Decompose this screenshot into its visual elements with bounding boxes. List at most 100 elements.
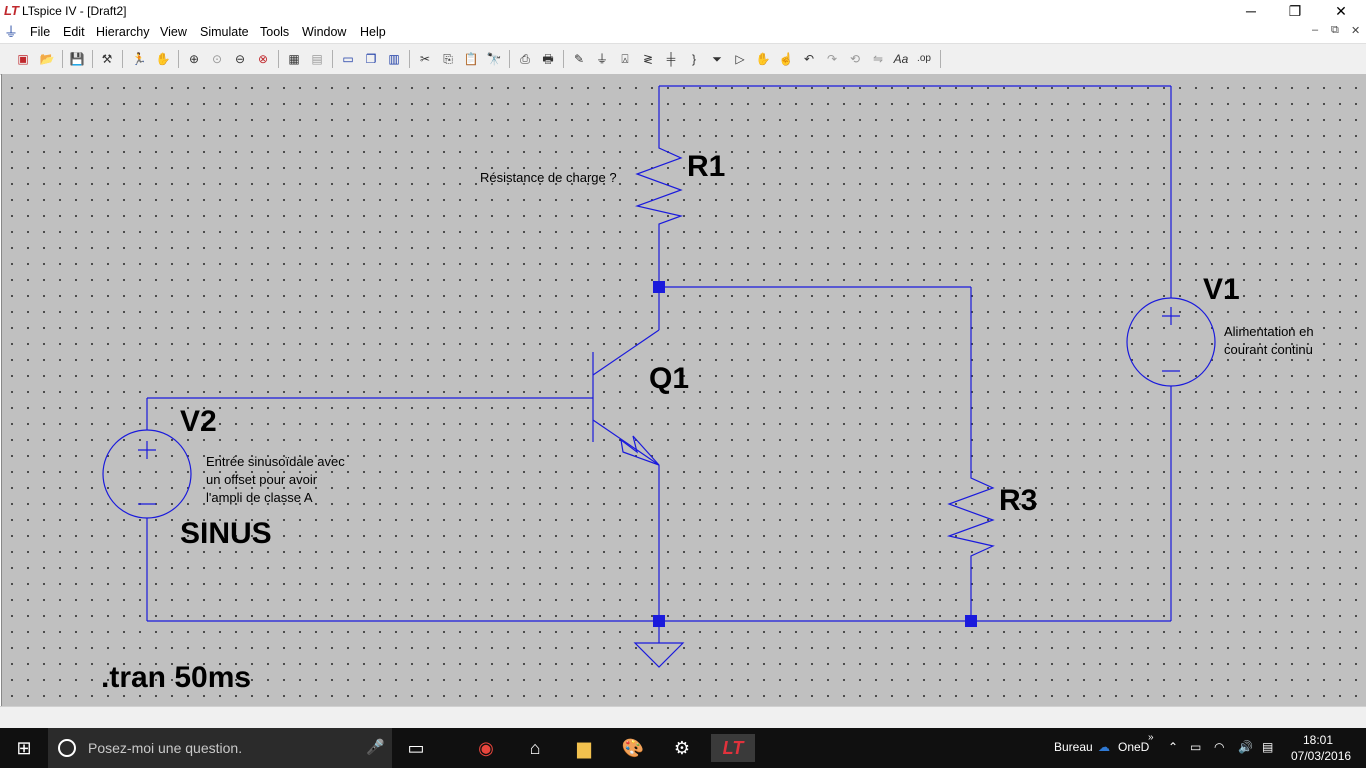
resistor-icon[interactable]: ≷	[639, 50, 657, 68]
spice-directive-icon[interactable]: .op	[915, 50, 933, 68]
v1-ref-label[interactable]: V1	[1203, 273, 1240, 306]
menu-view[interactable]: View	[160, 25, 187, 39]
clock-date[interactable]: 07/03/2016	[1291, 749, 1351, 763]
menu-hierarchy[interactable]: Hierarchy	[96, 25, 150, 39]
toolbar-separator	[409, 50, 410, 68]
inductor-icon[interactable]: }	[685, 50, 703, 68]
mdi-close-button[interactable]: ✕	[1351, 24, 1360, 37]
menu-edit[interactable]: Edit	[63, 25, 85, 39]
onedrive-label[interactable]: OneD	[1118, 740, 1149, 754]
save-icon[interactable]: 💾	[68, 50, 86, 68]
r3-ref-label[interactable]: R3	[999, 484, 1037, 517]
junction-dot	[653, 615, 665, 627]
draw-wire-icon[interactable]: ✎	[570, 50, 588, 68]
resistor-r3-symbol[interactable]	[946, 470, 995, 566]
paint-icon[interactable]: 🎨	[619, 734, 647, 762]
status-bar	[0, 706, 1366, 729]
v2-ref-label[interactable]: V2	[180, 405, 217, 438]
tile-horizontal-icon[interactable]: ▭	[339, 50, 357, 68]
drag-icon[interactable]: ☝	[777, 50, 795, 68]
redo-icon[interactable]: ↷	[823, 50, 841, 68]
onedrive-icon[interactable]: ☁	[1098, 740, 1110, 754]
settings-gear-icon[interactable]: ⚙	[668, 734, 696, 762]
chevron-up-icon[interactable]: ⌃	[1168, 740, 1178, 754]
print-setup-icon[interactable]: ⎙	[516, 50, 534, 68]
chrome-icon[interactable]: ◉	[472, 734, 500, 762]
window-title: LTspice IV - [Draft2]	[22, 4, 127, 18]
cut-icon[interactable]: ✂	[416, 50, 434, 68]
transistor-q1-emitter[interactable]	[592, 419, 660, 466]
q1-ref-label[interactable]: Q1	[649, 362, 689, 395]
mdi-minimize-button[interactable]: –	[1312, 24, 1318, 36]
cascade-icon[interactable]: ❐	[362, 50, 380, 68]
grid-icon[interactable]: ▤	[308, 50, 326, 68]
volume-icon[interactable]: 🔊	[1238, 740, 1253, 754]
zoom-in-icon[interactable]: ⊕	[185, 50, 203, 68]
print-icon[interactable]: 🖶	[539, 50, 557, 68]
tile-vertical-icon[interactable]: ▥	[385, 50, 403, 68]
spice-directive-text[interactable]: .tran 50ms	[101, 661, 251, 694]
toolbar-separator	[563, 50, 564, 68]
ltspice-taskbar-icon[interactable]: LT	[711, 734, 755, 762]
r1-ref-label[interactable]: R1	[687, 150, 725, 183]
minimize-button[interactable]: ─	[1228, 0, 1274, 22]
home-icon[interactable]: ⌂	[521, 734, 549, 762]
find-icon[interactable]: 🔭	[485, 50, 503, 68]
v2-value-label[interactable]: SINUS	[180, 517, 272, 550]
v2-comment-line2[interactable]: un offset pour avoir	[206, 472, 318, 487]
halt-icon[interactable]: ✋	[154, 50, 172, 68]
label-net-icon[interactable]: ⍓	[616, 50, 634, 68]
menu-window[interactable]: Window	[302, 25, 346, 39]
toolbar-separator	[92, 50, 93, 68]
file-explorer-icon[interactable]: ▆	[570, 734, 598, 762]
ground-symbol[interactable]	[633, 642, 685, 668]
v2-comment-line1[interactable]: Entrée sinusoïdale avec	[206, 454, 345, 469]
new-schematic-icon[interactable]: ▣	[14, 50, 32, 68]
v2-comment-line3[interactable]: l'ampli de classe A	[206, 490, 313, 505]
title-bar: LT LTspice IV - [Draft2] ─ ❐ ✕	[0, 0, 1366, 22]
v1-comment-line1[interactable]: Alimentation en	[1224, 324, 1314, 339]
chevron-right-icon[interactable]: »	[1148, 732, 1154, 743]
move-icon[interactable]: ✋	[754, 50, 772, 68]
text-icon[interactable]: Aa	[892, 50, 910, 68]
copy-icon[interactable]: ⎘	[439, 50, 457, 68]
close-button[interactable]: ✕	[1318, 0, 1364, 22]
menu-help[interactable]: Help	[360, 25, 386, 39]
menu-simulate[interactable]: Simulate	[200, 25, 249, 39]
component-icon[interactable]: ▷	[731, 50, 749, 68]
v1-comment-line2[interactable]: courant continu	[1224, 342, 1313, 357]
mirror-icon[interactable]: ⇋	[869, 50, 887, 68]
desktop-toolbar-label[interactable]: Bureau	[1054, 740, 1093, 754]
undo-icon[interactable]: ↶	[800, 50, 818, 68]
power-icon[interactable]: ▭	[1190, 740, 1201, 754]
wifi-icon[interactable]: ◠	[1214, 740, 1224, 754]
mdi-restore-button[interactable]: ⧉	[1331, 24, 1339, 37]
rotate-icon[interactable]: ⟲	[846, 50, 864, 68]
autorange-icon[interactable]: ▦	[285, 50, 303, 68]
zoom-out-icon[interactable]: ⊖	[231, 50, 249, 68]
capacitor-icon[interactable]: ╪	[662, 50, 680, 68]
ground-icon[interactable]: ⏚	[593, 50, 611, 68]
open-icon[interactable]: 📂	[38, 50, 56, 68]
menu-tools[interactable]: Tools	[260, 25, 289, 39]
microphone-icon[interactable]: 🎤	[366, 738, 385, 756]
toolbar-separator	[122, 50, 123, 68]
pan-icon[interactable]: ⊙	[208, 50, 226, 68]
windows-start-icon[interactable]: ⊞	[10, 734, 38, 762]
resistor-r1-symbol[interactable]	[634, 140, 684, 232]
cortana-search-box[interactable]: Posez-moi une question. 🎤	[48, 728, 392, 768]
r1-comment[interactable]: Résistance de charge ?	[480, 170, 617, 185]
schematic-canvas[interactable]: R1 Résistance de charge ? R3 Q1 V1 Alime…	[1, 74, 1366, 706]
zoom-fit-icon[interactable]: ⊗	[254, 50, 272, 68]
notification-icon[interactable]: ▤	[1262, 740, 1273, 754]
run-icon[interactable]: 🏃	[130, 50, 148, 68]
diode-icon[interactable]: ⏷	[708, 50, 726, 68]
control-panel-icon[interactable]: ⚒	[98, 50, 116, 68]
schematic-doc-icon[interactable]: ⏚	[4, 25, 18, 39]
restore-button[interactable]: ❐	[1272, 0, 1318, 22]
toolbar-separator	[940, 50, 941, 68]
task-view-icon[interactable]: ▭	[402, 734, 430, 762]
clock-time[interactable]: 18:01	[1303, 733, 1333, 747]
menu-file[interactable]: File	[30, 25, 50, 39]
paste-icon[interactable]: 📋	[462, 50, 480, 68]
